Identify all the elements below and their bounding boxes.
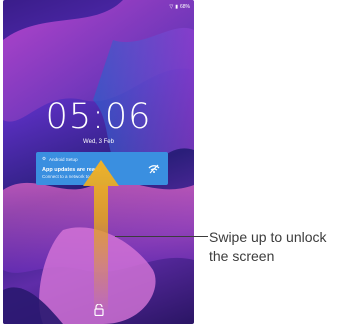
lockscreen-date: Wed, 3 Feb — [83, 139, 114, 145]
phone-screen: ▽ ▮ 68% 05:06 Wed, 3 Feb ⚙ Android Setup… — [3, 0, 194, 324]
swipe-instruction-line2: the screen — [209, 248, 275, 264]
wifi-icon: ▽ — [169, 4, 174, 10]
gear-icon: ⚙ — [42, 156, 47, 161]
battery-level: 68% — [179, 4, 190, 10]
battery-icon: ▮ — [175, 4, 178, 10]
status-bar: ▽ ▮ 68% — [169, 4, 190, 10]
swipe-instruction: Swipe up to unlock the screen — [209, 228, 327, 266]
wifi-off-icon — [148, 164, 160, 174]
lockscreen-clock: 05:06 — [45, 97, 152, 137]
swipe-up-arrow[interactable] — [83, 160, 119, 310]
notification-app-name: Android Setup — [49, 156, 78, 162]
unlock-icon[interactable] — [94, 304, 104, 316]
notification-header: ⚙ Android Setup — [42, 156, 78, 162]
callout-line — [115, 236, 208, 237]
swipe-instruction-line1: Swipe up to unlock — [209, 229, 327, 245]
